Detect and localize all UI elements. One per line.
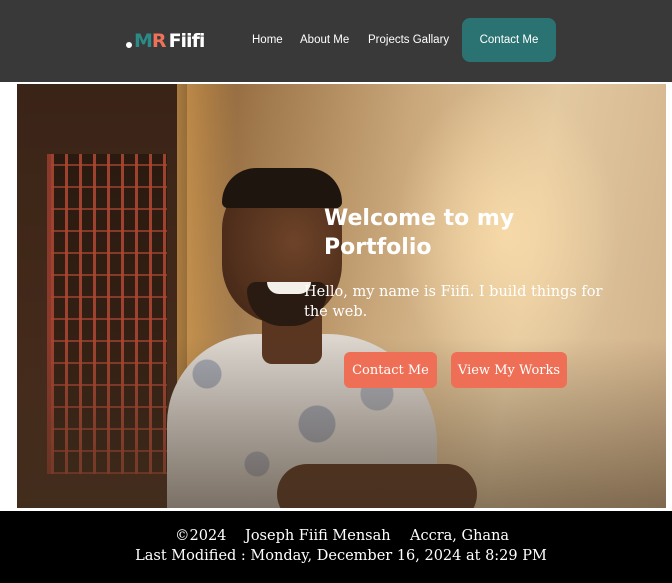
nav-home-link[interactable]: Home <box>252 33 283 47</box>
hero-contact-button[interactable]: Contact Me <box>344 352 437 388</box>
nav-projects-link[interactable]: Projects Gallary <box>368 33 449 47</box>
footer-copyright: ©2024 <box>175 528 227 544</box>
logo-name: Fiifi <box>168 30 206 52</box>
hero-overlay <box>17 338 666 508</box>
footer-author-name: Joseph Fiifi Mensah <box>245 528 391 544</box>
site-footer: ©2024 Joseph Fiifi Mensah Accra, Ghana L… <box>0 511 672 583</box>
site-logo[interactable]: M R Fiifi <box>126 29 206 52</box>
hero-section: Welcome to my Portfolio Hello, my name i… <box>17 84 666 508</box>
hero-title: Welcome to my Portfolio <box>324 206 515 260</box>
footer-last-modified: Last Modified : Monday, December 16, 202… <box>135 548 547 564</box>
logo-letter-m: M <box>134 30 153 52</box>
hero-subtitle: Hello, my name is Fiifi. I build things … <box>304 284 603 320</box>
nav-about-link[interactable]: About Me <box>300 33 349 47</box>
portrait-hair <box>222 168 342 208</box>
logo-dot-icon <box>126 42 132 48</box>
footer-info-row: ©2024 Joseph Fiifi Mensah Accra, Ghana <box>0 528 672 548</box>
nav-contact-button[interactable]: Contact Me <box>462 18 556 62</box>
footer-location: Accra, Ghana <box>410 528 510 544</box>
site-header: M R Fiifi Home About Me Projects Gallary… <box>0 0 672 82</box>
view-works-button[interactable]: View My Works <box>451 352 567 388</box>
logo-letter-r: R <box>151 30 167 52</box>
